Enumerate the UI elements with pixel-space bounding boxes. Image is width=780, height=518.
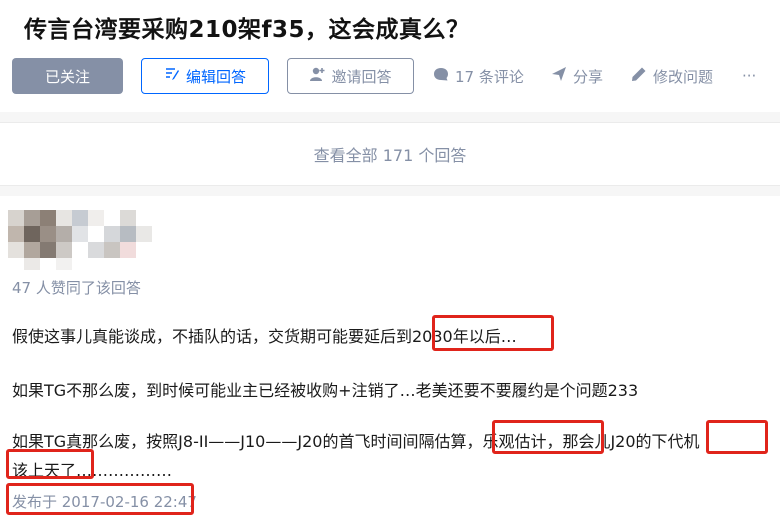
more-icon[interactable]: ···: [742, 58, 756, 94]
share-label: 分享: [573, 67, 604, 86]
invite-answer-button[interactable]: 邀请回答: [287, 58, 414, 94]
section-divider: [0, 112, 780, 122]
answer-paragraph-2: 如果TG不那么废，到时候可能业主已经被收购+注销了…老美还要不要履约是个问题23…: [12, 381, 639, 400]
question-title: 传言台湾要采购210架f35，这会成真么？: [24, 17, 470, 43]
add-user-icon: [309, 66, 325, 86]
modify-question-label: 修改问题: [653, 67, 714, 86]
follow-button-label: 已关注: [44, 67, 90, 86]
view-all-answers-link[interactable]: 查看全部 171 个回答: [0, 122, 780, 186]
edit-answer-button[interactable]: 编辑回答: [141, 58, 269, 94]
view-all-answers-label: 查看全部 171 个回答: [313, 146, 467, 165]
more-label: ···: [742, 67, 757, 85]
highlight-box: [706, 420, 768, 454]
comments-label: 17 条评论: [455, 67, 524, 86]
highlight-box: [6, 449, 94, 479]
comment-icon: [433, 66, 449, 86]
view-all-answers-bar: 查看全部 171 个回答: [0, 122, 780, 186]
highlight-box: [6, 483, 194, 515]
share-link[interactable]: 分享: [551, 58, 603, 94]
section-gap: [0, 186, 780, 196]
modify-question-link[interactable]: 修改问题: [631, 58, 713, 94]
edit-icon: [164, 66, 180, 86]
follow-button[interactable]: 已关注: [12, 58, 123, 94]
edit-answer-label: 编辑回答: [185, 67, 246, 86]
share-icon: [551, 66, 567, 86]
author-avatar[interactable]: [8, 210, 158, 270]
vote-count-text: 47 人赞同了该回答: [12, 279, 141, 297]
comments-link[interactable]: 17 条评论: [433, 58, 524, 94]
pencil-icon: [631, 66, 647, 86]
highlight-box: [432, 315, 554, 351]
highlight-box: [492, 420, 604, 454]
invite-answer-label: 邀请回答: [331, 67, 392, 86]
